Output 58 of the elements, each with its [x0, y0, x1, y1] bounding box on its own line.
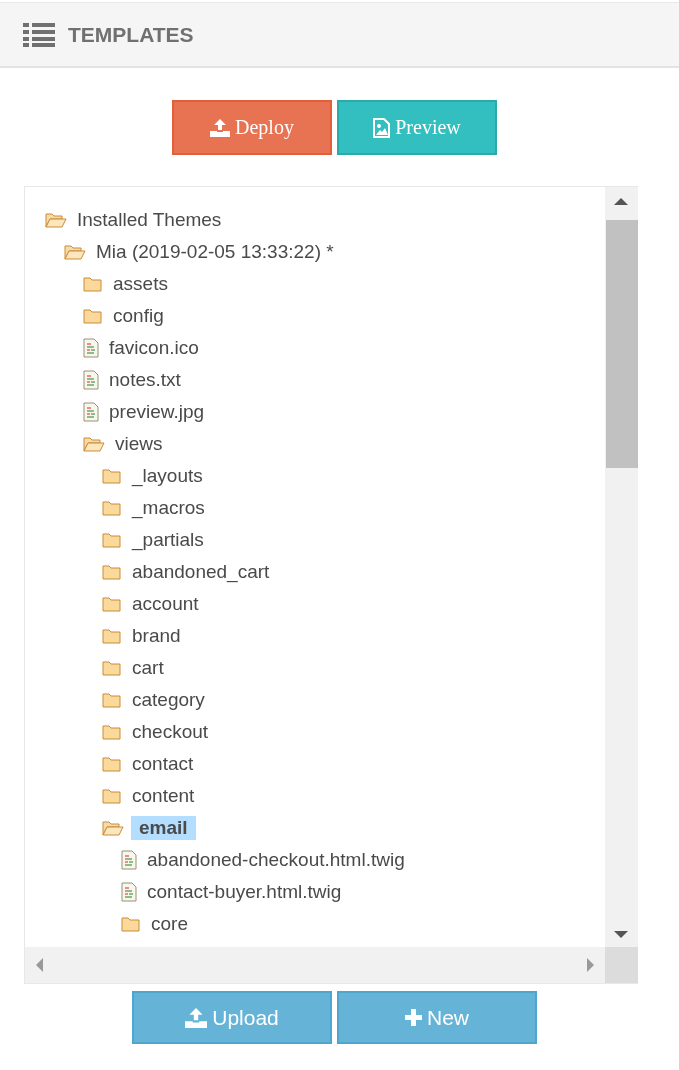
file-icon [83, 338, 99, 358]
open-folder-icon[interactable] [45, 212, 67, 228]
file-icon [83, 402, 99, 422]
tree-item[interactable]: views [112, 432, 169, 456]
tree-item[interactable]: content [129, 784, 201, 808]
plus-icon [405, 1009, 422, 1026]
tree-item[interactable]: category [129, 688, 211, 712]
file-icon [121, 850, 137, 870]
folder-icon[interactable] [102, 660, 122, 676]
tree-item[interactable]: Mia (2019-02-05 13:33:22) * [93, 240, 340, 264]
tree-item[interactable]: cart [129, 656, 170, 680]
folder-icon[interactable] [102, 756, 122, 772]
tree-item[interactable]: contact-buyer.html.twig [144, 880, 348, 904]
tree-item[interactable]: _layouts [129, 464, 209, 488]
scroll-down-icon[interactable] [614, 931, 628, 938]
tree-item[interactable]: checkout [129, 720, 215, 744]
scroll-left-icon[interactable] [36, 958, 43, 972]
panel-title: TEMPLATES [68, 22, 194, 47]
open-folder-icon[interactable] [83, 436, 105, 452]
tree-item[interactable]: email [131, 816, 196, 840]
tree-item[interactable]: favicon.ico [106, 336, 205, 360]
tree-item[interactable]: contact [129, 752, 200, 776]
folder-icon[interactable] [102, 532, 122, 548]
folder-icon[interactable] [102, 468, 122, 484]
scroll-up-icon[interactable] [614, 198, 628, 205]
folder-icon[interactable] [102, 724, 122, 740]
folder-icon[interactable] [121, 916, 141, 932]
open-folder-icon[interactable] [64, 244, 86, 260]
upload-icon [185, 1007, 208, 1028]
file-icon [121, 882, 137, 902]
tree-item[interactable]: brand [129, 624, 187, 648]
tree-item[interactable]: notes.txt [106, 368, 187, 392]
tree-item[interactable]: abandoned_cart [129, 560, 276, 584]
folder-icon[interactable] [102, 628, 122, 644]
tree-item[interactable]: Installed Themes [74, 208, 228, 232]
tree-item[interactable]: preview.jpg [106, 400, 211, 424]
folder-icon[interactable] [102, 788, 122, 804]
tree-item[interactable]: assets [110, 272, 174, 296]
image-file-icon [373, 117, 391, 138]
tree-item[interactable]: core [148, 912, 194, 936]
folder-icon[interactable] [102, 500, 122, 516]
tree-item[interactable]: abandoned-checkout.html.twig [144, 848, 411, 872]
folder-icon[interactable] [83, 308, 103, 324]
list-icon [23, 22, 55, 47]
tree-item[interactable]: _partials [129, 528, 210, 552]
scroll-right-icon[interactable] [587, 958, 594, 972]
folder-icon[interactable] [102, 564, 122, 580]
folder-icon[interactable] [102, 596, 122, 612]
horizontal-scrollbar[interactable] [25, 947, 605, 983]
file-icon [83, 370, 99, 390]
tree-item[interactable]: config [110, 304, 170, 328]
tree-item[interactable]: account [129, 592, 205, 616]
upload-icon [210, 118, 231, 137]
open-folder-icon[interactable] [102, 820, 124, 836]
tree-item[interactable]: _macros [129, 496, 211, 520]
folder-icon[interactable] [102, 692, 122, 708]
folder-icon[interactable] [83, 276, 103, 292]
vertical-scrollbar[interactable] [605, 187, 638, 949]
